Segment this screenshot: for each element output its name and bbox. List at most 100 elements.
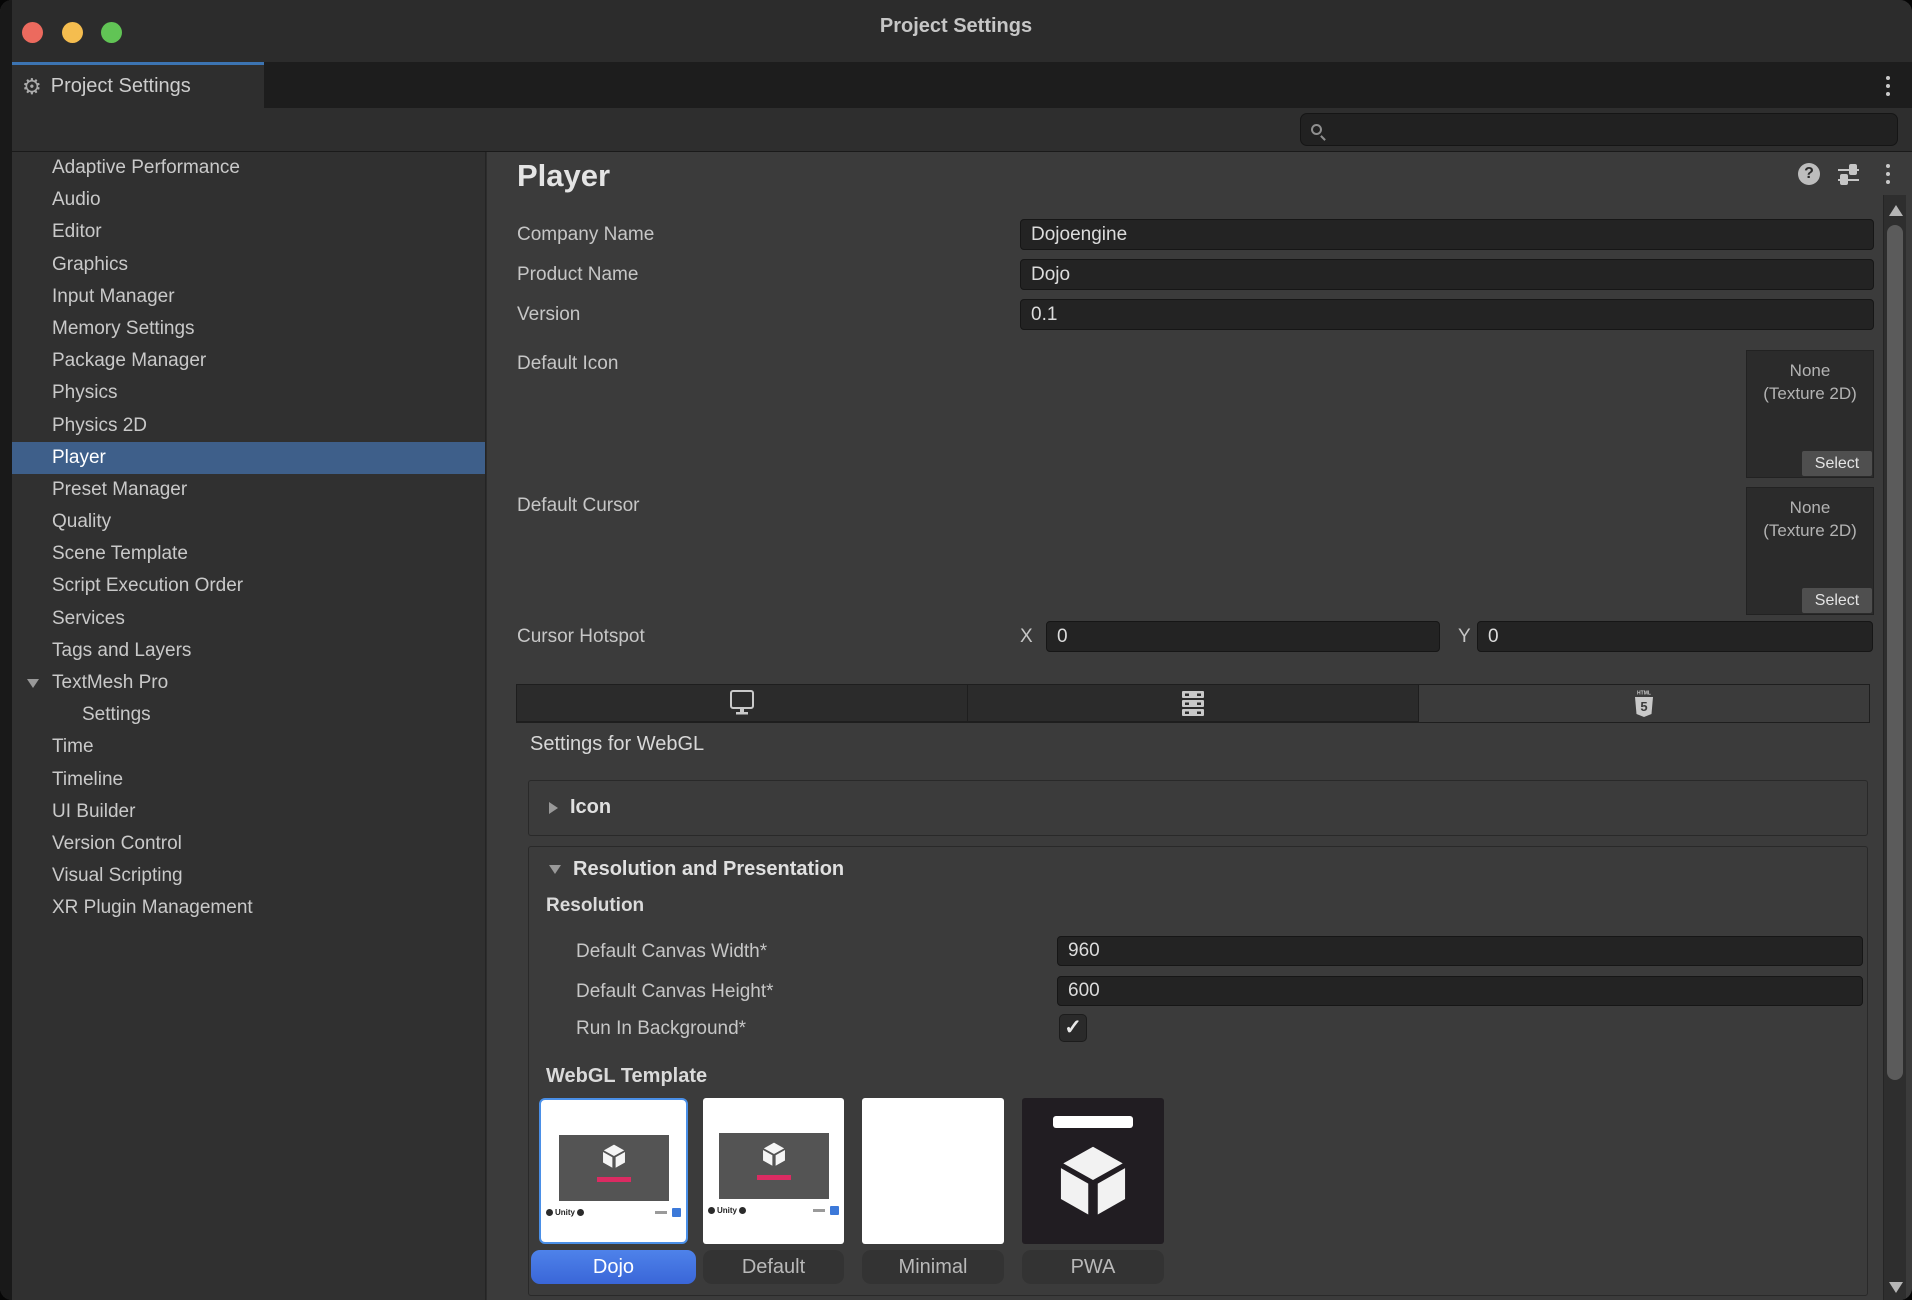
- settings-for-heading: Settings for WebGL: [530, 733, 704, 756]
- platform-tab-webgl[interactable]: HTML 5: [1419, 685, 1869, 722]
- titlebar: Project Settings: [0, 0, 1912, 62]
- blue-badge-icon: [672, 1208, 681, 1217]
- webgl-template-card-dojo[interactable]: Unity: [539, 1098, 688, 1244]
- canvas-width-field[interactable]: 960: [1057, 936, 1863, 966]
- presets-icon[interactable]: [1837, 164, 1860, 190]
- hotspot-y-field[interactable]: 0: [1477, 621, 1873, 652]
- canvas-width-label: Default Canvas Width*: [576, 936, 767, 967]
- icon-foldout[interactable]: Icon: [549, 796, 611, 819]
- webgl-template-card-pwa[interactable]: [1022, 1098, 1164, 1244]
- sidebar-item-xr-plugin-management[interactable]: XR Plugin Management: [12, 892, 485, 924]
- sidebar-item-scene-template[interactable]: Scene Template: [12, 538, 485, 570]
- desktop-monitor-icon: [725, 689, 759, 717]
- gear-icon: ⚙: [22, 76, 42, 98]
- resolution-presentation-section: Resolution and Presentation Resolution D…: [528, 846, 1868, 1296]
- default-cursor-none-text: None(Texture 2D): [1747, 496, 1873, 542]
- unity-pink-bar: [597, 1177, 631, 1182]
- search-box: [1300, 113, 1898, 146]
- unity-pink-bar: [757, 1175, 791, 1180]
- sidebar-item-memory-settings[interactable]: Memory Settings: [12, 313, 485, 345]
- sidebar-item-adaptive-performance[interactable]: Adaptive Performance: [12, 152, 485, 184]
- toolbar: [0, 108, 1912, 151]
- sidebar-item-time[interactable]: Time: [12, 731, 485, 763]
- window-title: Project Settings: [0, 15, 1912, 38]
- sidebar-item-tags-and-layers[interactable]: Tags and Layers: [12, 635, 485, 667]
- sidebar-item-settings[interactable]: Settings: [12, 699, 485, 731]
- sidebar-item-visual-scripting[interactable]: Visual Scripting: [12, 860, 485, 892]
- default-cursor-select-button[interactable]: Select: [1802, 588, 1872, 613]
- cursor-hotspot-label: Cursor Hotspot: [517, 621, 645, 652]
- product-name-field[interactable]: Dojo: [1020, 259, 1874, 290]
- scroll-down-icon[interactable]: [1889, 1282, 1903, 1293]
- resolution-subheading: Resolution: [546, 895, 644, 917]
- webgl-template-name-minimal[interactable]: Minimal: [862, 1250, 1004, 1284]
- webgl-template-card-default[interactable]: Unity: [703, 1098, 844, 1244]
- sidebar-item-ui-builder[interactable]: UI Builder: [12, 796, 485, 828]
- run-in-background-checkbox[interactable]: ✓: [1059, 1014, 1087, 1042]
- default-icon-label: Default Icon: [517, 348, 618, 379]
- search-icon: [1311, 124, 1322, 135]
- html5-icon: HTML 5: [1632, 689, 1656, 719]
- hotspot-y-label: Y: [1458, 621, 1471, 652]
- default-icon-none-text: None(Texture 2D): [1747, 359, 1873, 405]
- sidebar-item-textmesh-pro[interactable]: TextMesh Pro: [12, 667, 485, 699]
- platform-tab-strip: HTML 5: [516, 684, 1870, 723]
- tab-bar: ⚙ Project Settings: [0, 62, 1912, 108]
- sidebar-item-version-control[interactable]: Version Control: [12, 828, 485, 860]
- resolution-presentation-foldout[interactable]: Resolution and Presentation: [549, 858, 844, 881]
- svg-text:5: 5: [1640, 699, 1647, 714]
- webgl-template-name-dojo[interactable]: Dojo: [531, 1250, 696, 1284]
- icon-section: Icon: [528, 780, 1868, 836]
- panel-menu-kebab-icon[interactable]: [1886, 164, 1890, 184]
- search-input[interactable]: [1330, 119, 1870, 141]
- tab-label: Project Settings: [51, 75, 191, 98]
- sidebar-item-physics[interactable]: Physics: [12, 377, 485, 409]
- scroll-up-icon[interactable]: [1889, 205, 1903, 216]
- platform-tab-desktop[interactable]: [517, 685, 968, 722]
- page-title: Player: [517, 158, 610, 194]
- vertical-scrollbar: [1883, 195, 1906, 1300]
- blue-badge-icon: [830, 1206, 839, 1215]
- scrollbar-thumb[interactable]: [1887, 225, 1903, 1080]
- sidebar-item-script-execution-order[interactable]: Script Execution Order: [12, 570, 485, 602]
- sidebar-item-input-manager[interactable]: Input Manager: [12, 281, 485, 313]
- version-field[interactable]: 0.1: [1020, 299, 1874, 330]
- sidebar-item-editor[interactable]: Editor: [12, 216, 485, 248]
- version-label: Version: [517, 299, 580, 330]
- pwa-unity-logo: [1055, 1138, 1131, 1227]
- sidebar-item-physics-2d[interactable]: Physics 2D: [12, 410, 485, 442]
- sidebar-item-audio[interactable]: Audio: [12, 184, 485, 216]
- default-icon-select-button[interactable]: Select: [1802, 451, 1872, 476]
- svg-text:HTML: HTML: [1637, 690, 1651, 696]
- sidebar-item-graphics[interactable]: Graphics: [12, 249, 485, 281]
- canvas-height-field[interactable]: 600: [1057, 976, 1863, 1006]
- webgl-template-name-pwa[interactable]: PWA: [1022, 1250, 1164, 1284]
- resolution-presentation-title: Resolution and Presentation: [573, 858, 844, 881]
- company-name-field[interactable]: Dojoengine: [1020, 219, 1874, 250]
- pwa-address-bar: [1053, 1116, 1133, 1128]
- sidebar-item-services[interactable]: Services: [12, 603, 485, 635]
- sidebar-item-timeline[interactable]: Timeline: [12, 764, 485, 796]
- template-preview: [559, 1135, 669, 1201]
- hotspot-x-label: X: [1020, 621, 1033, 652]
- dedicated-server-icon: [1180, 689, 1206, 717]
- tab-menu-kebab-icon[interactable]: [1886, 76, 1890, 96]
- webgl-template-card-minimal[interactable]: [862, 1098, 1004, 1244]
- template-preview: [719, 1133, 829, 1199]
- platform-tab-dedicated-server[interactable]: [968, 685, 1419, 722]
- default-cursor-label: Default Cursor: [517, 490, 640, 521]
- sidebar-item-player[interactable]: Player: [12, 442, 485, 474]
- help-icon[interactable]: ?: [1798, 163, 1820, 185]
- hotspot-x-field[interactable]: 0: [1046, 621, 1440, 652]
- unity-logo: [601, 1143, 627, 1169]
- webgl-template-name-default[interactable]: Default: [703, 1250, 844, 1284]
- product-name-label: Product Name: [517, 259, 638, 290]
- default-cursor-texture-well[interactable]: None(Texture 2D) Select: [1746, 487, 1874, 615]
- foldout-open-icon[interactable]: [27, 679, 39, 688]
- sidebar-item-preset-manager[interactable]: Preset Manager: [12, 474, 485, 506]
- sidebar-item-quality[interactable]: Quality: [12, 506, 485, 538]
- project-settings-window: Project Settings ⚙ Project Settings Adap…: [0, 0, 1912, 1300]
- tab-project-settings[interactable]: ⚙ Project Settings: [8, 62, 264, 108]
- sidebar-item-package-manager[interactable]: Package Manager: [12, 345, 485, 377]
- default-icon-texture-well[interactable]: None(Texture 2D) Select: [1746, 350, 1874, 478]
